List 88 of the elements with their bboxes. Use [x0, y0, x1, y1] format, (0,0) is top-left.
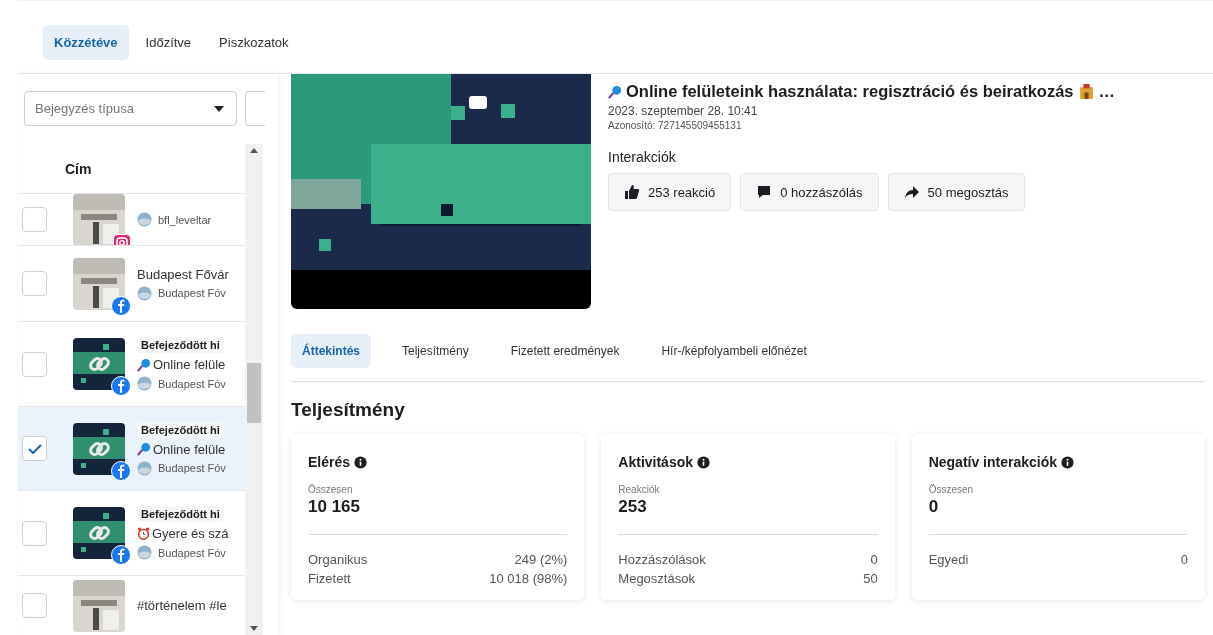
- scroll-up-icon: [250, 148, 258, 153]
- caret-icon: [214, 105, 224, 112]
- interaction-button[interactable]: 50 megosztás: [887, 173, 1025, 211]
- magnifier-icon: [137, 357, 151, 372]
- post-title: Budapest Fővár: [137, 266, 229, 282]
- status-tag: Befejeződött hi: [137, 506, 224, 522]
- info-icon: [354, 455, 368, 469]
- row-checkbox[interactable]: [22, 351, 47, 377]
- metric-label: Reakciók: [618, 484, 661, 495]
- social-badge-icon: [111, 295, 131, 316]
- checkmark-icon: [27, 443, 42, 454]
- tab[interactable]: Időzítve: [134, 25, 203, 60]
- metric-value: 0: [928, 497, 940, 517]
- info-icon: [1061, 455, 1075, 469]
- scrollbar[interactable]: [245, 144, 263, 635]
- post-title: Gyere és szá: [137, 526, 229, 541]
- metric-label: Összesen: [308, 484, 354, 495]
- post-row[interactable]: Befejeződött hi Online felüle Budapest Fóv: [18, 406, 245, 490]
- row-checkbox[interactable]: [22, 207, 47, 232]
- stat-label: Organikus: [308, 551, 368, 569]
- tab[interactable]: Hír-/képfolyambeli előnézet: [650, 334, 818, 368]
- stat-value: 0: [870, 551, 878, 569]
- metric-value: 253: [618, 497, 648, 517]
- card-title: Aktivitások: [618, 454, 694, 470]
- post-date: 2023. szeptember 28. 10:41: [608, 104, 759, 118]
- post-row[interactable]: Befejeződött hi Gyere és szá Budapest Fóv: [18, 490, 245, 575]
- interaction-button[interactable]: 253 reakció: [608, 173, 732, 211]
- filter-field[interactable]: [245, 91, 265, 126]
- column-header: Cím: [65, 160, 92, 177]
- building-icon: [1077, 83, 1095, 100]
- share-arrow-icon: [903, 184, 920, 200]
- avatar-icon: [137, 285, 152, 301]
- thumbs-up-icon: [624, 184, 640, 200]
- social-badge-icon: [111, 376, 131, 396]
- account-name: Budapest Fóv: [158, 546, 226, 559]
- card-title: Elérés: [308, 454, 351, 470]
- stat-value: 50: [863, 570, 878, 588]
- row-checkbox[interactable]: [22, 520, 47, 546]
- speech-bubble-icon: [756, 184, 773, 200]
- post-row[interactable]: bfl_leveltar: [18, 193, 245, 245]
- tab[interactable]: Közzétéve: [43, 25, 129, 60]
- avatar-icon: [137, 376, 152, 391]
- row-checkbox[interactable]: [22, 436, 47, 461]
- metric-value: 10 165: [308, 497, 361, 517]
- avatar-icon: [137, 460, 152, 476]
- stat-label: Fizetett: [308, 570, 351, 588]
- card-title: Negatív interakciók: [928, 454, 1058, 470]
- post-title: #történelem #le: [137, 598, 227, 613]
- account-name: bfl_leveltar: [158, 213, 212, 226]
- stat-value: 10 018 (98%): [489, 570, 568, 588]
- interaction-button[interactable]: 0 hozzászólás: [740, 173, 879, 211]
- status-tag: Befejeződött hi: [137, 337, 224, 353]
- tab[interactable]: Piszkozatok: [208, 25, 300, 60]
- stat-label: Egyedi: [928, 551, 969, 569]
- social-badge-icon: [111, 545, 131, 565]
- social-badge-icon: [111, 460, 131, 481]
- post-heading: Online felületeink használata: regisztráció és beiratkozás …: [608, 82, 1115, 101]
- stat-label: Hozzászólások: [618, 551, 706, 569]
- stat-label: Megosztások: [618, 570, 695, 588]
- scroll-thumb[interactable]: [247, 363, 261, 423]
- post-row[interactable]: Budapest Fővár Budapest Fóv: [18, 245, 245, 321]
- post-row[interactable]: #történelem #le: [18, 575, 245, 635]
- tab[interactable]: Teljesítmény: [391, 334, 480, 368]
- row-checkbox[interactable]: [22, 271, 47, 296]
- post-id: Azonosító: 727145509455131: [608, 120, 743, 131]
- stat-value: 249 (2%): [514, 551, 568, 569]
- scroll-down-icon: [250, 626, 258, 631]
- stat-value: 0: [1180, 551, 1188, 569]
- account-name: Budapest Fóv: [158, 377, 226, 390]
- account-name: Budapest Fóv: [158, 462, 226, 474]
- status-tag: Befejeződött hi: [137, 421, 224, 438]
- magnifier-icon: [137, 442, 151, 456]
- section-title: Teljesítmény: [291, 399, 406, 421]
- tab[interactable]: Áttekintés: [291, 334, 371, 368]
- info-icon: [697, 455, 711, 469]
- account-name: Budapest Fóv: [158, 287, 226, 299]
- avatar-icon: [137, 545, 152, 560]
- tab[interactable]: Fizetett eredmények: [499, 334, 631, 368]
- post-type-dropdown[interactable]: Bejegyzés típusa: [24, 91, 237, 126]
- alarm-clock-icon: [137, 527, 150, 540]
- avatar-icon: [137, 212, 152, 227]
- magnifier-icon: [608, 84, 622, 99]
- metric-label: Összesen: [928, 484, 975, 495]
- post-title: Online felüle: [137, 441, 226, 457]
- post-row[interactable]: Befejeződött hi Online felüle Budapest Fóv: [18, 321, 245, 406]
- post-title: Online felüle: [137, 357, 226, 372]
- row-checkbox[interactable]: [22, 593, 47, 618]
- interactions-label: Interakciók: [608, 149, 677, 165]
